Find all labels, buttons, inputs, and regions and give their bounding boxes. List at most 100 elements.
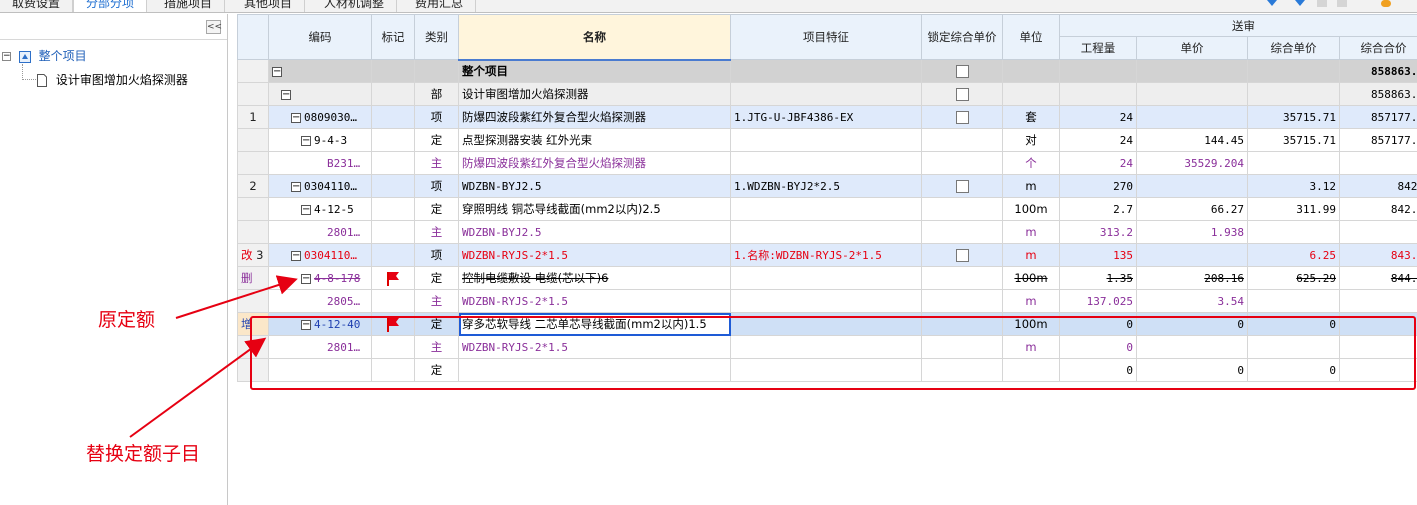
table-row-item[interactable]: 2 −0304110… 项 WDZBN-BYJ2.5 1.WDZBN-BYJ2*… [237, 174, 1417, 198]
composite-total-cell[interactable] [1339, 312, 1417, 336]
feature-cell[interactable]: 1.WDZBN-BYJ2*2.5 [730, 174, 922, 198]
feature-cell[interactable] [730, 82, 922, 106]
move-up-icon[interactable] [1267, 0, 1277, 6]
unit-price-cell[interactable]: 144.45 [1136, 128, 1248, 152]
header-mark[interactable]: 标记 [371, 14, 415, 60]
mark-cell[interactable] [371, 266, 415, 290]
lock-checkbox[interactable] [955, 65, 969, 78]
composite-total-cell[interactable]: 858863.1 [1339, 59, 1417, 83]
composite-total-cell[interactable]: 842. [1339, 174, 1417, 198]
lock-price-cell[interactable] [921, 174, 1003, 198]
type-cell[interactable] [414, 59, 459, 83]
unit-price-cell[interactable]: 0 [1136, 358, 1248, 382]
mark-cell[interactable] [371, 128, 415, 152]
composite-price-cell[interactable]: 35715.71 [1247, 105, 1340, 129]
unit-cell[interactable]: 100m [1002, 266, 1060, 290]
code-cell[interactable]: 2801… [268, 335, 372, 359]
name-cell[interactable]: 防爆四波段紫红外复合型火焰探测器 [458, 151, 731, 175]
table-row-main-material[interactable]: B231… 主 防爆四波段紫红外复合型火焰探测器 个 24 35529.204 [237, 151, 1417, 175]
feature-cell[interactable] [730, 335, 922, 359]
unit-price-cell[interactable] [1136, 105, 1248, 129]
table-row-main-material[interactable]: 2801… 主 WDZBN-BYJ2.5 m 313.2 1.938 [237, 220, 1417, 244]
mark-cell[interactable] [371, 220, 415, 244]
code-cell[interactable]: 2805… [268, 289, 372, 313]
code-cell[interactable]: B231… [268, 151, 372, 175]
type-cell[interactable]: 主 [414, 335, 459, 359]
table-row-quota-deleted[interactable]: 删 −4-8-178 定 控制电缆敷设 电缆(芯以下)6 100m 1.35 2… [237, 266, 1417, 290]
composite-price-cell[interactable] [1247, 59, 1340, 83]
collapse-icon[interactable]: − [301, 135, 311, 146]
table-row-quota-empty[interactable]: 定 0 0 0 [237, 358, 1417, 382]
unit-price-cell[interactable] [1136, 82, 1248, 106]
type-cell[interactable]: 项 [414, 243, 459, 267]
composite-total-cell[interactable] [1339, 220, 1417, 244]
quantity-cell[interactable]: 1.35 [1059, 266, 1137, 290]
collapse-icon[interactable]: − [301, 204, 311, 215]
header-type[interactable]: 类别 [414, 14, 459, 60]
mark-cell[interactable] [371, 358, 415, 382]
quantity-cell[interactable]: 24 [1059, 105, 1137, 129]
unit-price-cell[interactable] [1136, 174, 1248, 198]
code-cell[interactable]: −0304110… [268, 174, 372, 198]
tree-node-whole-project[interactable]: − 整个项目 [2, 46, 87, 66]
unit-price-cell[interactable] [1136, 243, 1248, 267]
composite-price-cell[interactable] [1247, 335, 1340, 359]
collapse-pane-button[interactable]: << [206, 20, 222, 34]
table-row-main-material[interactable]: 2801… 主 WDZBN-RYJS-2*1.5 m 0 [237, 335, 1417, 359]
quantity-cell[interactable]: 270 [1059, 174, 1137, 198]
code-cell[interactable]: −0304110… [268, 243, 372, 267]
feature-cell[interactable] [730, 266, 922, 290]
feature-cell[interactable] [730, 220, 922, 244]
composite-total-cell[interactable]: 842.3 [1339, 197, 1417, 221]
table-row-item[interactable]: 1 −0809030… 项 防爆四波段紫红外复合型火焰探测器 1.JTG-U-J… [237, 105, 1417, 129]
mark-cell[interactable] [371, 151, 415, 175]
unit-price-cell[interactable]: 0 [1136, 312, 1248, 336]
composite-total-cell[interactable] [1339, 151, 1417, 175]
code-cell[interactable] [268, 358, 372, 382]
lock-price-cell[interactable] [921, 220, 1003, 244]
name-cell-editing[interactable]: 穿多芯软导线 二芯单芯导线截面(mm2以内)1.5 [458, 312, 731, 336]
lock-price-cell[interactable] [921, 59, 1003, 83]
lock-price-cell[interactable] [921, 312, 1003, 336]
table-row-quota[interactable]: −4-12-5 定 穿照明线 铜芯导线截面(mm2以内)2.5 100m 2.7… [237, 197, 1417, 221]
tab-fee-summary[interactable]: 费用汇总 [403, 0, 477, 12]
mark-cell[interactable] [371, 174, 415, 198]
composite-total-cell[interactable]: 857177.0 [1339, 128, 1417, 152]
name-cell[interactable]: 控制电缆敷设 电缆(芯以下)6 [458, 266, 731, 290]
lock-price-cell[interactable] [921, 335, 1003, 359]
collapse-icon[interactable]: − [291, 181, 301, 192]
name-cell[interactable]: WDZBN-RYJS-2*1.5 [458, 243, 731, 267]
type-cell[interactable]: 定 [414, 312, 459, 336]
type-cell[interactable]: 定 [414, 128, 459, 152]
header-composite-total[interactable]: 综合合价 [1339, 36, 1417, 60]
composite-price-cell[interactable]: 0 [1247, 312, 1340, 336]
mark-cell[interactable] [371, 335, 415, 359]
composite-total-cell[interactable] [1339, 358, 1417, 382]
table-row-part[interactable]: − 部 设计审图增加火焰探测器 858863.1 [237, 82, 1417, 106]
tab-itemized[interactable]: 分部分项 [73, 0, 148, 12]
lock-checkbox[interactable] [955, 111, 969, 124]
collapse-icon[interactable]: − [301, 273, 311, 284]
lock-checkbox[interactable] [955, 249, 969, 262]
type-cell[interactable]: 定 [414, 197, 459, 221]
composite-price-cell[interactable] [1247, 289, 1340, 313]
unit-price-cell[interactable] [1136, 59, 1248, 83]
settings-icon[interactable] [1381, 0, 1391, 7]
name-cell[interactable]: 穿照明线 铜芯导线截面(mm2以内)2.5 [458, 197, 731, 221]
code-cell[interactable]: −0809030… [268, 105, 372, 129]
name-cell[interactable]: 设计审图增加火焰探测器 [458, 82, 731, 106]
quantity-cell[interactable]: 313.2 [1059, 220, 1137, 244]
unit-cell[interactable]: m [1002, 289, 1060, 313]
table-row-item-modified[interactable]: 改 3 −0304110… 项 WDZBN-RYJS-2*1.5 1.名称:WD… [237, 243, 1417, 267]
unit-cell[interactable] [1002, 59, 1060, 83]
collapse-icon[interactable]: − [301, 319, 311, 330]
composite-total-cell[interactable] [1339, 289, 1417, 313]
type-cell[interactable]: 主 [414, 220, 459, 244]
feature-cell[interactable] [730, 312, 922, 336]
unit-cell[interactable]: 对 [1002, 128, 1060, 152]
collapse-icon[interactable]: − [272, 66, 282, 77]
quantity-cell[interactable]: 0 [1059, 358, 1137, 382]
table-row-quota-added[interactable]: 增 −4-12-40 定 穿多芯软导线 二芯单芯导线截面(mm2以内)1.5 1… [237, 312, 1417, 336]
composite-price-cell[interactable] [1247, 151, 1340, 175]
unit-price-cell[interactable]: 1.938 [1136, 220, 1248, 244]
